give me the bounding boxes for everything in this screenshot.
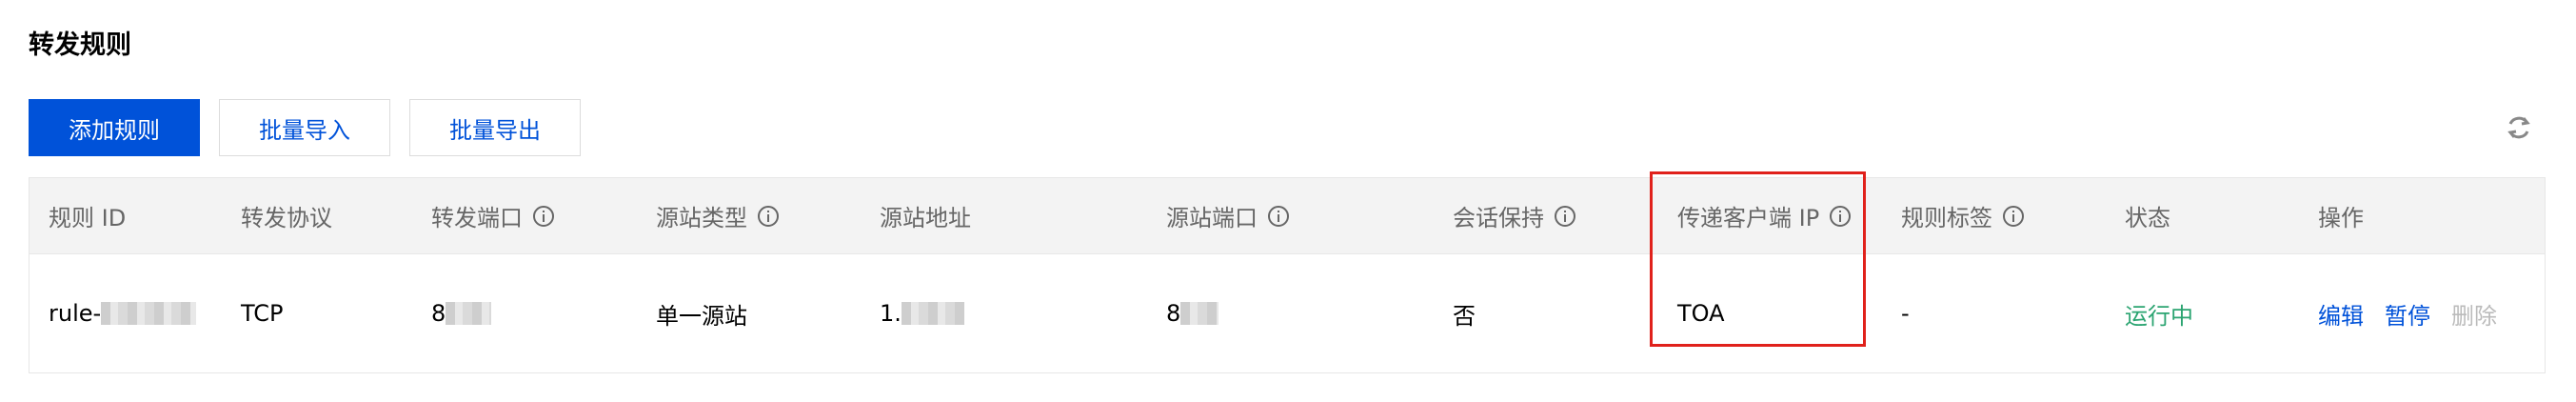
cell-origin-port: 8: [1166, 254, 1219, 372]
info-circle-icon[interactable]: [1267, 205, 1290, 228]
cell-client-ip: TOA: [1677, 300, 1725, 327]
header-session-persist: 会话保持: [1453, 178, 1576, 253]
add-rule-button[interactable]: 添加规则: [29, 99, 200, 156]
header-origin-type: 源站类型: [656, 178, 780, 253]
cell-origin-type: 单一源站: [656, 302, 747, 330]
info-circle-icon[interactable]: [2002, 205, 2025, 228]
forward-rules-table: 规则 ID 转发协议 转发端口 源站类型 源站地址 源站端口 会话保持 传递客户…: [29, 177, 2546, 373]
header-origin-port: 源站端口: [1166, 178, 1290, 253]
redacted-mask: [1180, 302, 1219, 325]
edit-link[interactable]: 编辑: [2318, 297, 2364, 331]
batch-import-button[interactable]: 批量导入: [219, 99, 390, 156]
batch-export-button[interactable]: 批量导出: [409, 99, 581, 156]
redacted-mask: [901, 302, 964, 325]
header-forward-port: 转发端口: [431, 178, 555, 253]
cell-protocol: TCP: [241, 300, 284, 327]
header-protocol: 转发协议: [241, 205, 332, 231]
header-actions: 操作: [2318, 205, 2364, 231]
refresh-icon[interactable]: [2502, 111, 2536, 145]
redacted-mask: [446, 302, 492, 325]
info-circle-icon[interactable]: [757, 205, 780, 228]
info-circle-icon[interactable]: [1554, 205, 1576, 228]
cell-actions: 编辑 暂停 删除: [2318, 254, 2497, 372]
info-circle-icon[interactable]: [1829, 205, 1852, 228]
header-rule-id: 规则 ID: [49, 205, 127, 231]
cell-rule-tag: -: [1901, 300, 1910, 327]
info-circle-icon[interactable]: [532, 205, 555, 228]
header-status: 状态: [2125, 205, 2170, 231]
delete-link: 删除: [2451, 302, 2497, 330]
pause-link[interactable]: 暂停: [2385, 297, 2430, 331]
cell-forward-port: 8: [431, 254, 492, 372]
header-origin-address: 源站地址: [880, 205, 971, 231]
status-badge: 运行中: [2125, 302, 2193, 330]
table-row: rule- TCP 8 单一源站 1. 8 否 TOA - 运行中 编辑 暂停 …: [30, 254, 2545, 372]
redacted-mask: [101, 302, 197, 325]
header-rule-tag: 规则标签: [1901, 178, 2025, 253]
header-client-ip: 传递客户端 IP: [1677, 178, 1852, 253]
cell-rule-id: rule-: [49, 254, 197, 372]
cell-origin-address: 1.: [880, 254, 964, 372]
cell-session-persist: 否: [1453, 302, 1476, 330]
table-header: 规则 ID 转发协议 转发端口 源站类型 源站地址 源站端口 会话保持 传递客户…: [30, 178, 2545, 254]
page-title: 转发规则: [29, 30, 131, 60]
